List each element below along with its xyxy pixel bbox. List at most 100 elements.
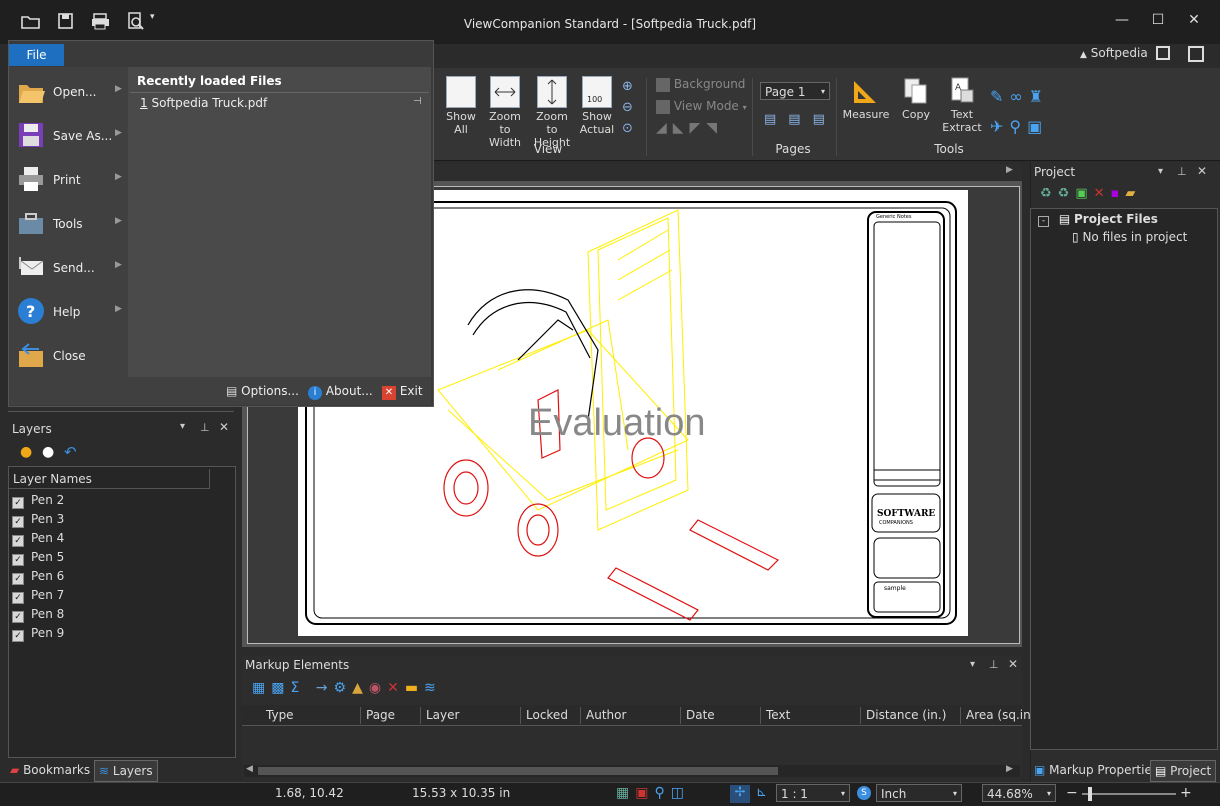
menu-help[interactable]: ? Help ▶ bbox=[9, 289, 128, 333]
scale-settings-icon[interactable]: S bbox=[857, 786, 871, 800]
zoom-in-icon[interactable]: ⊕ bbox=[622, 76, 633, 97]
column-page[interactable]: Page bbox=[366, 708, 395, 722]
checkbox[interactable]: ✓ bbox=[12, 497, 24, 509]
checkbox[interactable]: ✓ bbox=[12, 516, 24, 528]
column-date[interactable]: Date bbox=[686, 708, 715, 722]
maximize-button[interactable]: ☐ bbox=[1146, 12, 1170, 32]
view-mode-button[interactable]: View Mode ▾ bbox=[656, 99, 747, 114]
copy-button[interactable]: Copy bbox=[894, 76, 938, 121]
user-label: Softpedia bbox=[1090, 46, 1148, 60]
tab-layers[interactable]: ≋ Layers bbox=[94, 760, 158, 782]
panel-menu-icon[interactable]: ▾ bbox=[1158, 166, 1163, 177]
pin-icon[interactable]: ⊥ bbox=[989, 658, 999, 671]
panel-close-icon[interactable]: ✕ bbox=[219, 420, 229, 434]
fullscreen-icon[interactable] bbox=[1188, 46, 1204, 62]
zoom-window-icon[interactable]: ⊙ bbox=[622, 118, 633, 139]
user-menu[interactable]: ▲ Softpedia bbox=[1080, 46, 1148, 60]
project-toolbar[interactable]: ♻♻▣✕▪▰ bbox=[1040, 186, 1141, 201]
column-text[interactable]: Text bbox=[766, 708, 790, 722]
layer-row[interactable]: ✓ Pen 6 bbox=[12, 569, 64, 588]
checkbox[interactable]: ✓ bbox=[12, 535, 24, 547]
options-button[interactable]: ▤ Options... bbox=[226, 384, 299, 398]
background-button[interactable]: Background bbox=[656, 77, 745, 92]
tab-markup-properties[interactable]: ▣ Markup Properties bbox=[1034, 760, 1158, 780]
zoom-to-width-button[interactable]: Zoom to Width bbox=[482, 76, 528, 149]
column-author[interactable]: Author bbox=[586, 708, 626, 722]
checkbox[interactable]: ✓ bbox=[12, 630, 24, 642]
pin-icon[interactable]: ⊣ bbox=[413, 96, 422, 107]
horizontal-scrollbar[interactable]: ◀ ▶ bbox=[244, 764, 1020, 777]
status-icons[interactable]: ▦▣⚲◫ bbox=[616, 785, 690, 801]
show-all-button[interactable]: Show All bbox=[438, 76, 484, 136]
layout-icon[interactable] bbox=[1156, 46, 1170, 60]
scale-select[interactable]: 1 : 1 ▾ bbox=[776, 784, 850, 802]
tree-root[interactable]: - ▤ Project Files bbox=[1038, 212, 1158, 227]
pin-icon[interactable]: ⊥ bbox=[1177, 165, 1187, 178]
panel-close-icon[interactable]: ✕ bbox=[1008, 657, 1018, 671]
markup-toolbar[interactable]: ▦▩Σ →⚙▲◉✕▬≋ bbox=[252, 680, 442, 696]
menu-close[interactable]: Close bbox=[9, 333, 128, 377]
file-tab[interactable]: File bbox=[9, 44, 64, 66]
menu-tools[interactable]: Tools ▶ bbox=[9, 201, 128, 245]
menu-send[interactable]: Send... ▶ bbox=[9, 245, 128, 289]
layer-row[interactable]: ✓ Pen 9 bbox=[12, 626, 64, 645]
panel-menu-icon[interactable]: ▾ bbox=[970, 659, 975, 670]
text-extract-button[interactable]: A Text Extract bbox=[940, 76, 984, 134]
zoom-select[interactable]: 44.68% ▾ bbox=[982, 784, 1056, 802]
panel-menu-icon[interactable]: ▾ bbox=[180, 421, 185, 432]
bulb-on-icon[interactable]: ● bbox=[20, 444, 32, 460]
layer-row[interactable]: ✓ Pen 4 bbox=[12, 531, 64, 550]
column-locked[interactable]: Locked bbox=[526, 708, 568, 722]
zoom-out-icon[interactable]: ⊖ bbox=[622, 97, 633, 118]
minimize-button[interactable]: — bbox=[1110, 12, 1134, 32]
column-distance[interactable]: Distance (in.) bbox=[866, 708, 946, 722]
ribbon-separator bbox=[752, 78, 753, 156]
tab-bookmarks[interactable]: ▰ Bookmarks bbox=[10, 760, 90, 780]
zoom-slider-thumb[interactable] bbox=[1088, 787, 1092, 801]
tab-scroll-right-icon[interactable]: ▶ bbox=[1006, 165, 1013, 175]
layer-row[interactable]: ✓ Pen 3 bbox=[12, 512, 64, 531]
page-nav-icons[interactable]: ▤▤▤ bbox=[764, 112, 837, 127]
about-button[interactable]: i About... bbox=[308, 384, 373, 400]
checkbox[interactable]: ✓ bbox=[12, 573, 24, 585]
tab-project[interactable]: ▤ Project bbox=[1150, 760, 1217, 782]
scroll-right-icon[interactable]: ▶ bbox=[1006, 764, 1013, 774]
checkbox[interactable]: ✓ bbox=[12, 554, 24, 566]
layer-row[interactable]: ✓ Pen 8 bbox=[12, 607, 64, 626]
tree-child[interactable]: ▯ No files in project bbox=[1072, 230, 1187, 244]
snap-icon[interactable]: ✢ bbox=[730, 785, 750, 803]
exit-button[interactable]: ✕ Exit bbox=[382, 384, 423, 400]
column-area[interactable]: Area (sq.in.) bbox=[966, 708, 1039, 722]
panel-close-icon[interactable]: ✕ bbox=[1197, 164, 1207, 178]
scrollbar-thumb[interactable] bbox=[258, 767, 778, 775]
undo-icon[interactable]: ↶ bbox=[64, 443, 77, 461]
tool-small-icons[interactable]: ✎∞♜ ✈⚲▣ bbox=[990, 82, 1049, 142]
page-select[interactable]: Page 1 ▾ bbox=[760, 82, 830, 100]
layer-row[interactable]: ✓ Pen 2 bbox=[12, 493, 64, 512]
checkbox[interactable]: ✓ bbox=[12, 592, 24, 604]
close-button[interactable]: ✕ bbox=[1182, 12, 1206, 32]
layer-names-column[interactable]: Layer Names bbox=[9, 469, 209, 489]
show-actual-button[interactable]: 100 Show Actual bbox=[574, 76, 620, 136]
menu-print[interactable]: Print ▶ bbox=[9, 157, 128, 201]
pin-icon[interactable]: ⊥ bbox=[200, 421, 210, 434]
view-group-label: View bbox=[533, 142, 563, 156]
zoom-in-button[interactable]: + bbox=[1180, 785, 1192, 801]
bulb-off-icon[interactable]: ● bbox=[42, 444, 54, 460]
menu-save-as[interactable]: Save As... ▶ bbox=[9, 113, 128, 157]
ortho-icon[interactable]: ⊾ bbox=[756, 785, 767, 800]
zoom-out-button[interactable]: − bbox=[1066, 785, 1078, 801]
recent-file-item[interactable]: 1 Softpedia Truck.pdf bbox=[140, 96, 267, 110]
column-type[interactable]: Type bbox=[266, 708, 294, 722]
zoom-to-height-button[interactable]: Zoom to Height bbox=[529, 76, 575, 149]
measure-button[interactable]: Measure bbox=[842, 76, 890, 121]
collapse-icon[interactable]: - bbox=[1038, 216, 1049, 227]
zoom-slider[interactable] bbox=[1082, 793, 1176, 795]
layer-row[interactable]: ✓ Pen 7 bbox=[12, 588, 64, 607]
layer-row[interactable]: ✓ Pen 5 bbox=[12, 550, 64, 569]
unit-select[interactable]: Inch ▾ bbox=[876, 784, 962, 802]
scroll-left-icon[interactable]: ◀ bbox=[246, 764, 253, 774]
column-layer[interactable]: Layer bbox=[426, 708, 459, 722]
menu-open[interactable]: Open... ▶ bbox=[9, 69, 128, 113]
checkbox[interactable]: ✓ bbox=[12, 611, 24, 623]
